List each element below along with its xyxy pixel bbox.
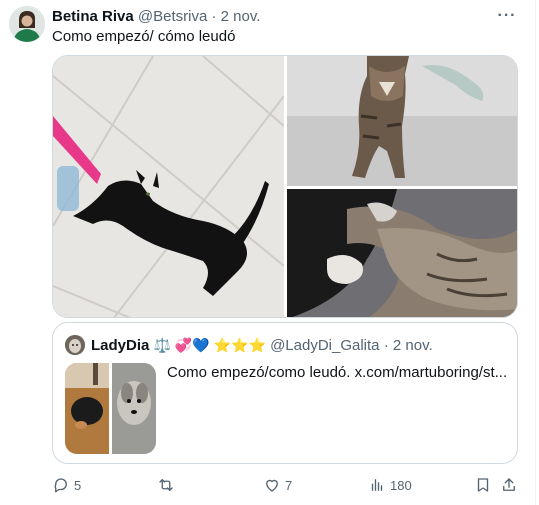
quoted-tweet[interactable]: LadyDia ⚖️ 💞💙 ⭐⭐⭐ @LadyDi_Galita · 2 nov… — [52, 322, 518, 464]
views-count: 180 — [390, 477, 412, 493]
views-icon — [371, 479, 383, 491]
handle[interactable]: @Betsriva — [138, 8, 207, 25]
quote-text: Como empezó/como leudó. x.com/martuborin… — [167, 364, 508, 381]
heart-icon — [266, 479, 278, 492]
avatar[interactable] — [9, 6, 45, 42]
display-name[interactable]: Betina Riva — [52, 8, 134, 25]
tweet-header: Betina Riva @Betsriva · 2 nov. — [52, 8, 260, 26]
quote-media[interactable] — [65, 363, 156, 454]
quote-header: LadyDia ⚖️ 💞💙 ⭐⭐⭐ @LadyDi_Galita · 2 nov… — [91, 336, 433, 355]
quote-name-emojis: ⚖️ 💞💙 ⭐⭐⭐ — [153, 337, 266, 353]
like-button[interactable]: 7 — [263, 474, 292, 496]
views-button[interactable]: 180 — [368, 474, 412, 496]
reply-count: 5 — [74, 477, 82, 493]
separator: · — [207, 8, 221, 25]
reply-button[interactable]: 5 — [52, 474, 81, 496]
timeline-border — [535, 0, 536, 505]
media-photo-2[interactable] — [287, 56, 517, 186]
timestamp[interactable]: 2 nov. — [221, 8, 261, 25]
share-button[interactable] — [500, 474, 518, 496]
bookmark-icon — [477, 478, 489, 492]
more-options-icon[interactable]: ··· — [497, 6, 517, 26]
media-grid — [52, 55, 518, 318]
action-bar: 5 7 180 — [52, 474, 518, 496]
share-icon — [503, 478, 515, 491]
media-photo-3[interactable] — [287, 189, 517, 317]
quote-display-name[interactable]: LadyDia — [91, 337, 149, 354]
tweet[interactable]: Betina Riva @Betsriva · 2 nov. ··· Como … — [0, 0, 535, 505]
tweet-text: Como empezó/ cómo leudó — [52, 28, 236, 45]
like-count: 7 — [285, 477, 293, 493]
repost-icon — [159, 479, 173, 491]
quote-avatar[interactable] — [65, 335, 85, 355]
quote-timestamp[interactable]: 2 nov. — [393, 337, 433, 354]
repost-button[interactable] — [157, 474, 179, 496]
media-photo-1[interactable] — [53, 56, 285, 317]
reply-icon — [54, 478, 67, 493]
quote-handle[interactable]: @LadyDi_Galita — [270, 337, 379, 354]
quote-separator: · — [379, 337, 393, 354]
bookmark-button[interactable] — [474, 474, 492, 496]
